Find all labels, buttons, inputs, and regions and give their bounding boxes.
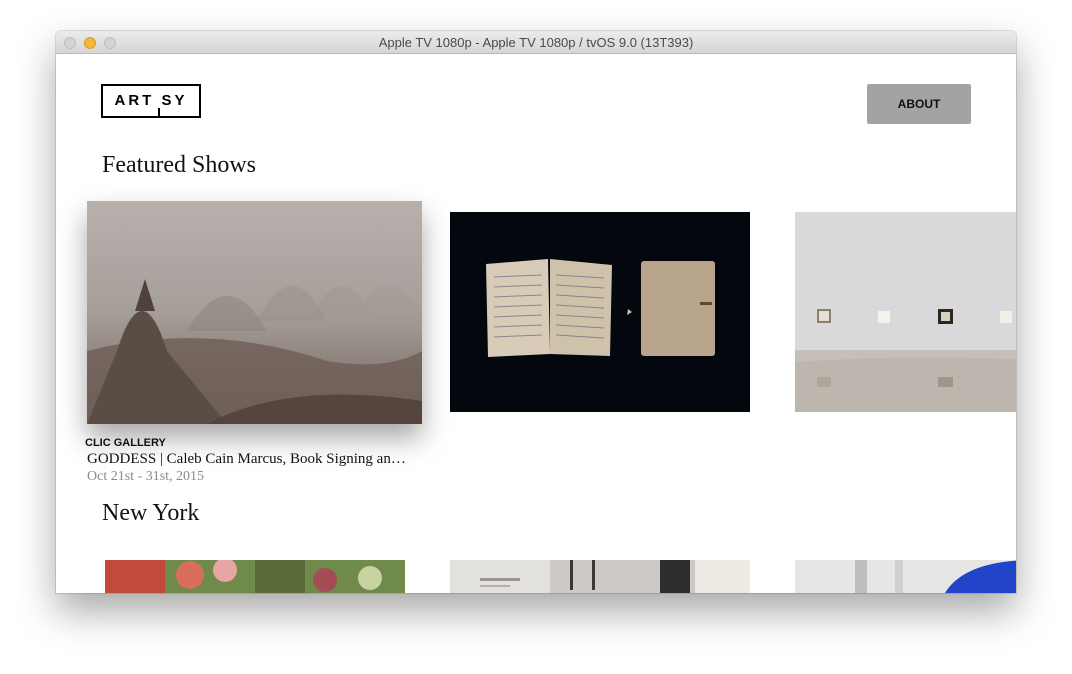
show-partner-label: CLIC GALLERY	[85, 437, 166, 449]
featured-show-card-1[interactable]	[87, 201, 422, 424]
colorful-painting-image	[105, 560, 405, 593]
logo-mark	[158, 108, 160, 116]
about-button[interactable]: ABOUT	[867, 84, 971, 124]
new-york-heading: New York	[102, 500, 200, 526]
show-name-label: GODDESS | Caleb Cain Marcus, Book Signin…	[87, 451, 406, 467]
featured-show-card-2[interactable]	[450, 212, 750, 412]
gallery-entrance-image	[450, 560, 750, 593]
manuscripts-image	[450, 212, 750, 412]
new-york-show-card-1[interactable]	[105, 560, 405, 593]
simulator-window: Apple TV 1080p - Apple TV 1080p / tvOS 9…	[56, 31, 1016, 593]
window-title: Apple TV 1080p - Apple TV 1080p / tvOS 9…	[378, 35, 694, 50]
new-york-show-card-2[interactable]	[450, 560, 750, 593]
new-york-show-card-3[interactable]	[795, 560, 1016, 593]
featured-show-card-3[interactable]	[795, 212, 1016, 412]
blue-sculpture-image	[795, 560, 1016, 593]
window-titlebar: Apple TV 1080p - Apple TV 1080p / tvOS 9…	[56, 31, 1016, 54]
featured-shows-heading: Featured Shows	[102, 152, 256, 178]
gallery-interior-image	[795, 212, 1016, 412]
show-date-label: Oct 21st - 31st, 2015	[87, 469, 205, 484]
logo-text: ART SY	[114, 92, 188, 109]
app-content: ART SY ABOUT Featured Shows CLIC GALLERY…	[56, 54, 1016, 593]
foggy-huts-image	[87, 201, 422, 424]
artsy-logo: ART SY	[101, 84, 201, 118]
